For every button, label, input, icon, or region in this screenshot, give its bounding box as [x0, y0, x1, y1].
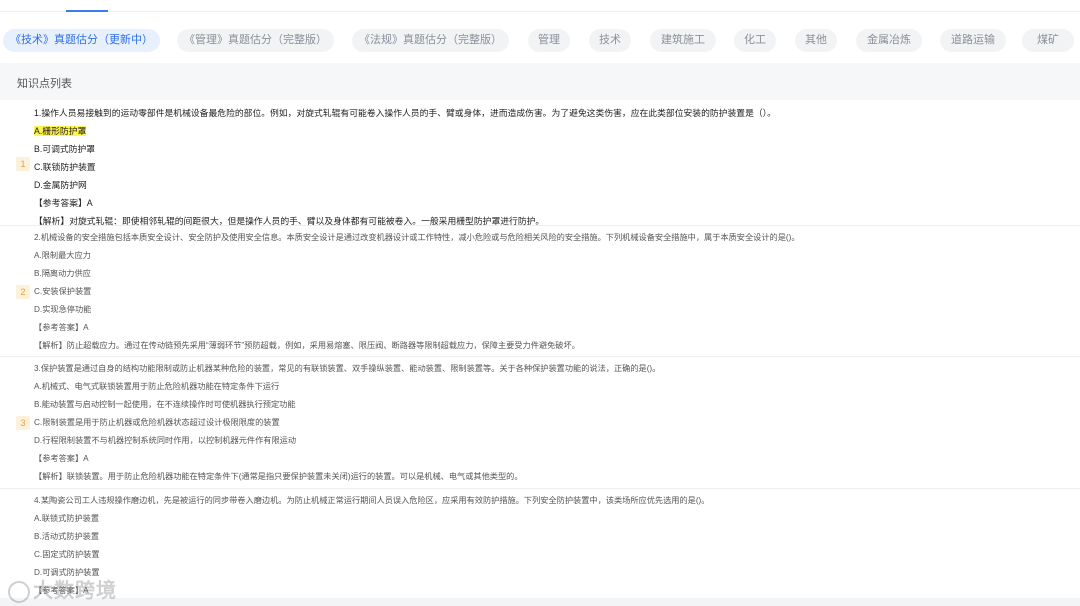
tab-construction[interactable]: 建筑施工: [650, 29, 716, 52]
question-stem: 2.机械设备的安全措施包括本质安全设计、安全防护及使用安全信息。本质安全设计是通…: [34, 233, 800, 242]
question-stem: 3.保护装置是通过自身的结构功能限制或防止机器某种危险的装置，常见的有联锁装置、…: [34, 364, 661, 373]
question-number-badge: 1: [16, 157, 30, 171]
bottom-shade: [0, 598, 1080, 606]
option-c[interactable]: C.固定式防护装置: [34, 546, 1070, 564]
question-stem: 4.某陶瓷公司工人违规操作磨边机，先是被运行的同步带卷入磨边机。为防止机械正常运…: [34, 496, 710, 505]
option-a[interactable]: A.限制最大应力: [34, 247, 1070, 265]
option-a[interactable]: A.机械式、电气式联锁装置用于防止危险机器功能在特定条件下运行: [34, 378, 1070, 396]
reference-answer: 【参考答案】A: [34, 454, 89, 463]
watermark-text: 大数跨境: [33, 580, 117, 602]
option-b[interactable]: B.隔离动力供应: [34, 265, 1070, 283]
analysis-text: 【解析】防止超载应力。通过在传动链预先采用“薄弱环节”预防超载，例如，采用易熔塞…: [34, 341, 580, 350]
tab-management-estimate[interactable]: 《管理》真题估分（完整版）: [177, 29, 334, 52]
analysis-text: 【解析】联锁装置。用于防止危险机器功能在特定条件下(通常是指只要保护装置未关闭)…: [34, 472, 523, 481]
question-stem: 1.操作人员易接触到的运动零部件是机械设备最危险的部位。例如，对旋式轧辊有可能卷…: [34, 108, 776, 118]
option-d[interactable]: D.行程限制装置不与机器控制系统同时作用，以控制机器元件作有限运动: [34, 432, 1070, 450]
tab-other[interactable]: 其他: [795, 29, 837, 52]
option-d[interactable]: D.金属防护网: [34, 176, 1070, 194]
watermark-logo-icon: [8, 580, 30, 603]
option-d[interactable]: D.可调式防护装置: [34, 564, 1070, 582]
tab-law-estimate[interactable]: 《法规》真题估分（完整版）: [352, 29, 509, 52]
option-a[interactable]: A.联锁式防护装置: [34, 510, 1070, 528]
question-item: 1 1.操作人员易接触到的运动零部件是机械设备最危险的部位。例如，对旋式轧辊有可…: [0, 100, 1080, 226]
reference-answer: 【参考答案】A: [34, 323, 89, 332]
tab-management[interactable]: 管理: [528, 29, 570, 52]
option-c[interactable]: C.联锁防护装置: [34, 158, 1070, 176]
question-list: 1 1.操作人员易接触到的运动零部件是机械设备最危险的部位。例如，对旋式轧辊有可…: [0, 100, 1080, 606]
question-item: 4.某陶瓷公司工人违规操作磨边机，先是被运行的同步带卷入磨边机。为防止机械正常运…: [0, 489, 1080, 606]
tab-coal-mine[interactable]: 煤矿: [1022, 29, 1074, 52]
option-b[interactable]: B.能动装置与启动控制一起使用，在不连续操作时可使机器执行预定功能: [34, 396, 1070, 414]
top-header-strip: [0, 0, 1080, 12]
question-item: 2 2.机械设备的安全措施包括本质安全设计、安全防护及使用安全信息。本质安全设计…: [0, 226, 1080, 357]
option-b[interactable]: B.可调式防护罩: [34, 140, 1070, 158]
option-d[interactable]: D.实现急停功能: [34, 301, 1070, 319]
question-number-badge: 3: [16, 416, 30, 430]
option-b[interactable]: B.活动式防护装置: [34, 528, 1070, 546]
tab-chemical[interactable]: 化工: [734, 29, 776, 52]
section-header: 知识点列表: [0, 63, 1080, 100]
tab-metallurgy[interactable]: 金属冶炼: [856, 29, 922, 52]
section-title: 知识点列表: [17, 78, 72, 90]
category-tabs: 《技术》真题估分（更新中） 《管理》真题估分（完整版） 《法规》真题估分（完整版…: [0, 29, 1080, 53]
highlighted-answer: A.栅形防护罩: [34, 126, 87, 136]
reference-answer: 【参考答案】A: [34, 198, 93, 208]
question-number-badge: 2: [16, 285, 30, 299]
option-c[interactable]: C.限制装置是用于防止机器或危险机器状态超过设计极限限度的装置: [34, 414, 1070, 432]
question-item: 3 3.保护装置是通过自身的结构功能限制或防止机器某种危险的装置，常见的有联锁装…: [0, 357, 1080, 489]
option-c[interactable]: C.安装保护装置: [34, 283, 1070, 301]
tab-tech[interactable]: 技术: [589, 29, 631, 52]
tab-tech-estimate[interactable]: 《技术》真题估分（更新中）: [3, 29, 160, 52]
active-nav-indicator: [66, 10, 108, 12]
tab-road-transport[interactable]: 道路运输: [940, 29, 1006, 52]
option-a[interactable]: A.栅形防护罩: [34, 122, 1070, 140]
watermark: 大数跨境: [8, 574, 117, 603]
